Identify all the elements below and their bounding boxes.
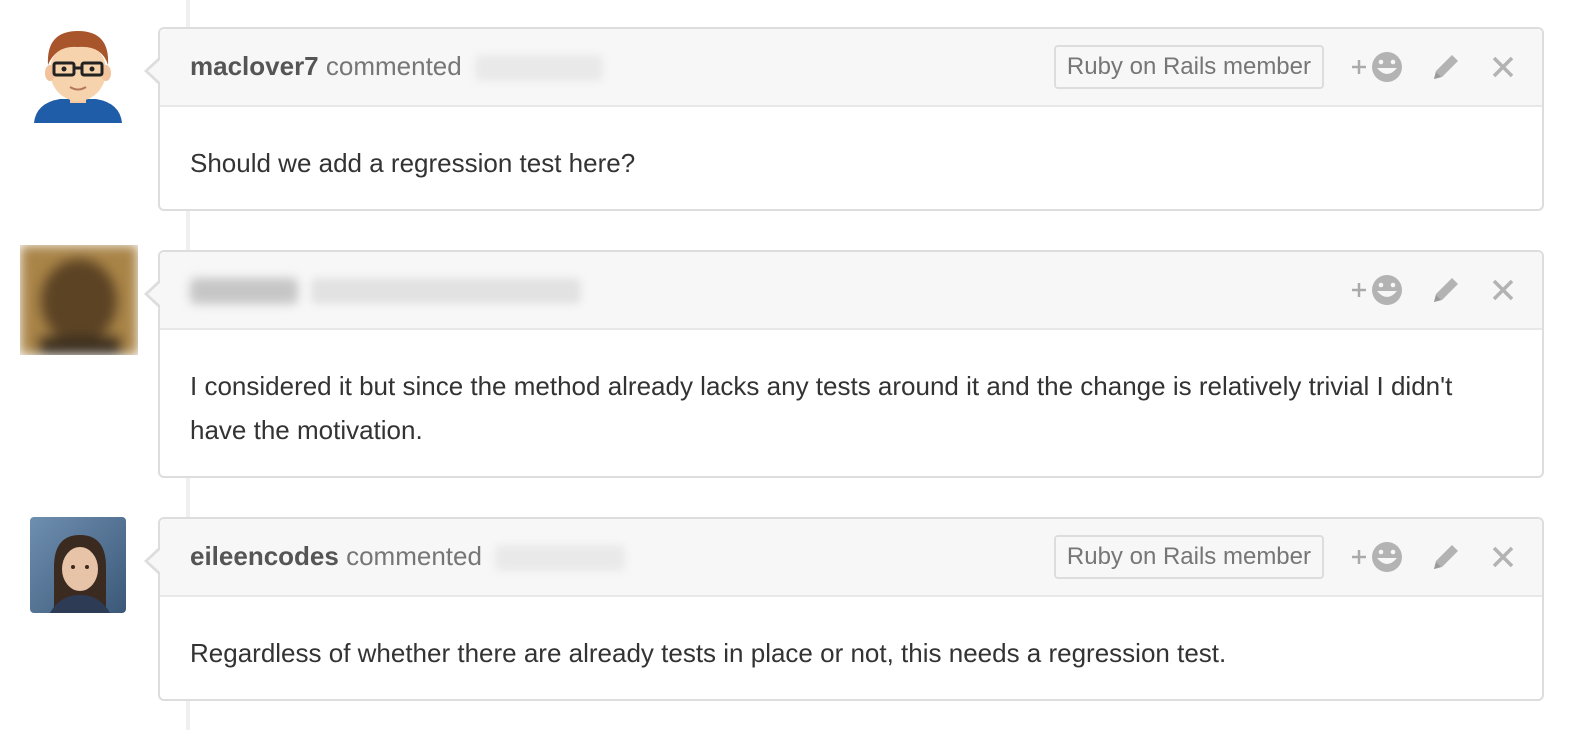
- close-icon: [1492, 56, 1514, 78]
- timestamp[interactable]: [311, 278, 582, 305]
- member-badge: Ruby on Rails member: [1053, 535, 1324, 579]
- comment-action-text: commented: [325, 51, 462, 81]
- avatar[interactable]: [20, 245, 138, 355]
- pencil-icon: [1434, 55, 1458, 79]
- timestamp[interactable]: [474, 55, 603, 82]
- add-reaction-button[interactable]: [1350, 49, 1406, 85]
- close-icon: [1492, 279, 1514, 301]
- comment-box: eileencodes commented Ruby on Rails memb…: [144, 517, 1544, 701]
- edit-button[interactable]: [1430, 539, 1462, 575]
- smiley-icon: [1352, 52, 1402, 82]
- comment-header: [160, 252, 1542, 330]
- author-link[interactable]: maclover7: [190, 51, 319, 81]
- comment-action-text: commented: [346, 541, 482, 571]
- photo-avatar-image: [30, 517, 126, 613]
- pencil-icon: [1434, 545, 1458, 569]
- comment-body: Should we add a regression test here?: [190, 148, 636, 178]
- author-link[interactable]: eileencodes: [190, 541, 339, 571]
- cartoon-avatar-image: [34, 31, 122, 123]
- author-link[interactable]: [190, 278, 298, 305]
- close-icon: [1492, 546, 1514, 568]
- edit-button[interactable]: [1430, 49, 1462, 85]
- blurred-avatar-image: [20, 245, 138, 355]
- comment-header: eileencodes commented Ruby on Rails memb…: [160, 519, 1542, 597]
- add-reaction-button[interactable]: [1350, 272, 1406, 308]
- comment-body: I considered it but since the method alr…: [190, 371, 1453, 445]
- avatar[interactable]: [30, 517, 126, 613]
- comment-box: I considered it but since the method alr…: [144, 250, 1544, 478]
- comment-box: maclover7 commented Ruby on Rails member: [144, 27, 1544, 211]
- delete-button[interactable]: [1490, 539, 1516, 575]
- comment-header: maclover7 commented Ruby on Rails member: [160, 29, 1542, 107]
- smiley-icon: [1352, 275, 1402, 305]
- pencil-icon: [1434, 278, 1458, 302]
- edit-button[interactable]: [1430, 272, 1462, 308]
- member-badge: Ruby on Rails member: [1053, 45, 1324, 89]
- timestamp[interactable]: [495, 545, 626, 572]
- delete-button[interactable]: [1490, 272, 1516, 308]
- smiley-icon: [1352, 542, 1402, 572]
- avatar[interactable]: [32, 25, 124, 123]
- add-reaction-button[interactable]: [1350, 539, 1406, 575]
- delete-button[interactable]: [1490, 49, 1516, 85]
- comment-body: Regardless of whether there are already …: [190, 638, 1227, 668]
